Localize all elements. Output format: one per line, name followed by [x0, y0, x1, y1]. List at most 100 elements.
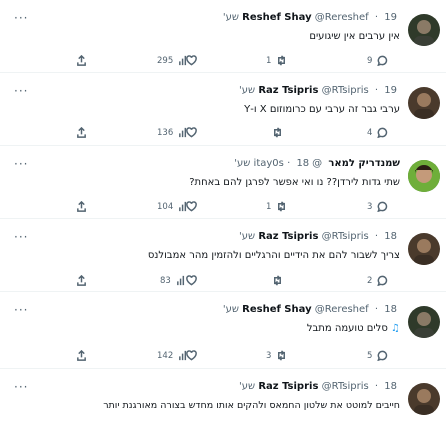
share-button[interactable]: [76, 201, 87, 212]
more-options-icon[interactable]: ···: [14, 158, 28, 170]
retweet-icon: [274, 275, 281, 286]
author-handle[interactable]: @RTsipris: [322, 85, 369, 96]
like-button[interactable]: [186, 201, 197, 212]
retweet-icon: [278, 55, 286, 66]
heart-icon: [186, 275, 197, 286]
tweet-header: שמנדריק למאר @itay0s · 18 שע': [234, 158, 400, 169]
share-icon: [77, 127, 86, 138]
views-count: 83: [160, 275, 171, 286]
retweet-count: 3: [266, 350, 272, 361]
reply-count: 9: [367, 55, 373, 66]
reply-icon: [377, 55, 388, 66]
heart-icon: [186, 127, 197, 138]
views-button[interactable]: 295: [157, 55, 189, 66]
share-button[interactable]: [76, 127, 87, 138]
share-icon: [77, 350, 86, 361]
like-button[interactable]: [186, 275, 197, 286]
tweet[interactable]: ··· Raz Tsipris @RTsipris · 18 שע' צריך …: [0, 219, 446, 292]
tweet-text: שתי גדות לירדן?? נו ואי אפשר לפרגן להם ב…: [189, 177, 400, 188]
reply-count: 4: [367, 127, 373, 138]
share-icon: [77, 55, 86, 66]
author-name[interactable]: Raz Tsipris: [258, 381, 318, 392]
heart-icon: [186, 55, 197, 66]
reply-button[interactable]: 9: [367, 55, 388, 66]
music-note-icon: ♫: [391, 323, 400, 334]
tweet[interactable]: ··· Raz Tsipris @RTsipris · 18 שע' חייבי…: [0, 369, 446, 428]
retweet-count: 1: [266, 201, 272, 212]
retweet-button[interactable]: 1: [266, 201, 287, 212]
author-handle[interactable]: @Rereshef: [315, 304, 369, 315]
like-button[interactable]: [186, 127, 197, 138]
reply-icon: [377, 201, 388, 212]
more-options-icon[interactable]: ···: [14, 304, 28, 316]
views-button[interactable]: 104: [157, 201, 189, 212]
reply-button[interactable]: 5: [367, 350, 388, 361]
avatar-photo-icon: [414, 312, 434, 338]
tweet[interactable]: ··· Reshef Shay @Rereshef · 19 שע' אין ע…: [0, 0, 446, 73]
author-name[interactable]: Raz Tsipris: [258, 85, 318, 96]
avatar[interactable]: [408, 306, 440, 338]
retweet-count: 1: [266, 55, 272, 66]
author-name[interactable]: Reshef Shay: [242, 12, 311, 23]
tweet-text: אין ערבים אין שיגועים: [309, 31, 400, 42]
views-count: 295: [157, 55, 174, 66]
views-button[interactable]: 136: [157, 127, 189, 138]
tweet-text: ♫ סלים טועמה מתבל: [307, 323, 400, 334]
avatar[interactable]: [408, 160, 440, 192]
author-name[interactable]: Reshef Shay: [242, 304, 311, 315]
more-options-icon[interactable]: ···: [14, 381, 28, 393]
tweet[interactable]: ··· שמנדריק למאר @itay0s · 18 שע' שתי גד…: [0, 146, 446, 219]
tweet-text: ערבי גבר זה ערבי עם כרומוזום X ו-Y: [244, 104, 400, 115]
tweet-text: חייבים למוטט את שלטון החמאס ולהקים אותו …: [103, 400, 400, 411]
reply-count: 5: [367, 350, 373, 361]
tweet-header: Raz Tsipris @RTsipris · 19 שע': [239, 85, 397, 96]
reply-count: 3: [367, 201, 373, 212]
heart-icon: [186, 201, 197, 212]
reply-icon: [377, 127, 388, 138]
more-options-icon[interactable]: ···: [14, 12, 28, 24]
avatar[interactable]: [408, 14, 440, 46]
views-count: 142: [157, 350, 174, 361]
author-handle[interactable]: @Rereshef: [315, 12, 369, 23]
author-handle[interactable]: @RTsipris: [322, 381, 369, 392]
avatar-photo-icon: [414, 93, 434, 119]
share-button[interactable]: [76, 55, 87, 66]
views-button[interactable]: 83: [160, 275, 187, 286]
tweet-header: Raz Tsipris @RTsipris · 18 שע': [239, 381, 397, 392]
reply-count: 2: [367, 275, 373, 286]
like-button[interactable]: [186, 350, 197, 361]
share-button[interactable]: [76, 350, 87, 361]
tweet-header: Reshef Shay @Rereshef · 18 שע': [222, 304, 397, 315]
views-count: 136: [157, 127, 174, 138]
author-name[interactable]: שמנדריק למאר: [328, 158, 400, 169]
more-options-icon[interactable]: ···: [14, 85, 28, 97]
reply-button[interactable]: 3: [367, 201, 388, 212]
avatar[interactable]: [408, 87, 440, 119]
share-icon: [77, 201, 86, 212]
retweet-icon: [278, 201, 286, 212]
retweet-icon: [274, 127, 281, 138]
avatar[interactable]: [408, 233, 440, 265]
share-button[interactable]: [76, 275, 87, 286]
tweet[interactable]: ··· Raz Tsipris @RTsipris · 19 שע' ערבי …: [0, 73, 446, 146]
retweet-button[interactable]: 1: [266, 55, 287, 66]
reply-button[interactable]: 2: [367, 275, 388, 286]
retweet-button[interactable]: [272, 127, 283, 138]
retweet-icon: [278, 350, 286, 361]
tweet[interactable]: ··· Reshef Shay @Rereshef · 18 שע' ♫ סלי…: [0, 292, 446, 369]
reply-icon: [377, 275, 388, 286]
avatar-photo-icon: [414, 239, 434, 265]
avatar-photo-icon: [414, 389, 434, 415]
tweet-text: צריך לשבור להם את הידיים והרגליים ולהזמי…: [147, 250, 400, 261]
retweet-button[interactable]: [272, 275, 283, 286]
tweet-text-content: סלים טועמה מתבל: [306, 323, 388, 334]
more-options-icon[interactable]: ···: [14, 231, 28, 243]
avatar-photo-icon: [414, 20, 434, 46]
avatar[interactable]: [408, 383, 440, 415]
retweet-button[interactable]: 3: [266, 350, 287, 361]
author-name[interactable]: Raz Tsipris: [258, 231, 318, 242]
reply-button[interactable]: 4: [367, 127, 388, 138]
views-button[interactable]: 142: [157, 350, 189, 361]
author-handle[interactable]: @RTsipris: [322, 231, 369, 242]
like-button[interactable]: [186, 55, 197, 66]
